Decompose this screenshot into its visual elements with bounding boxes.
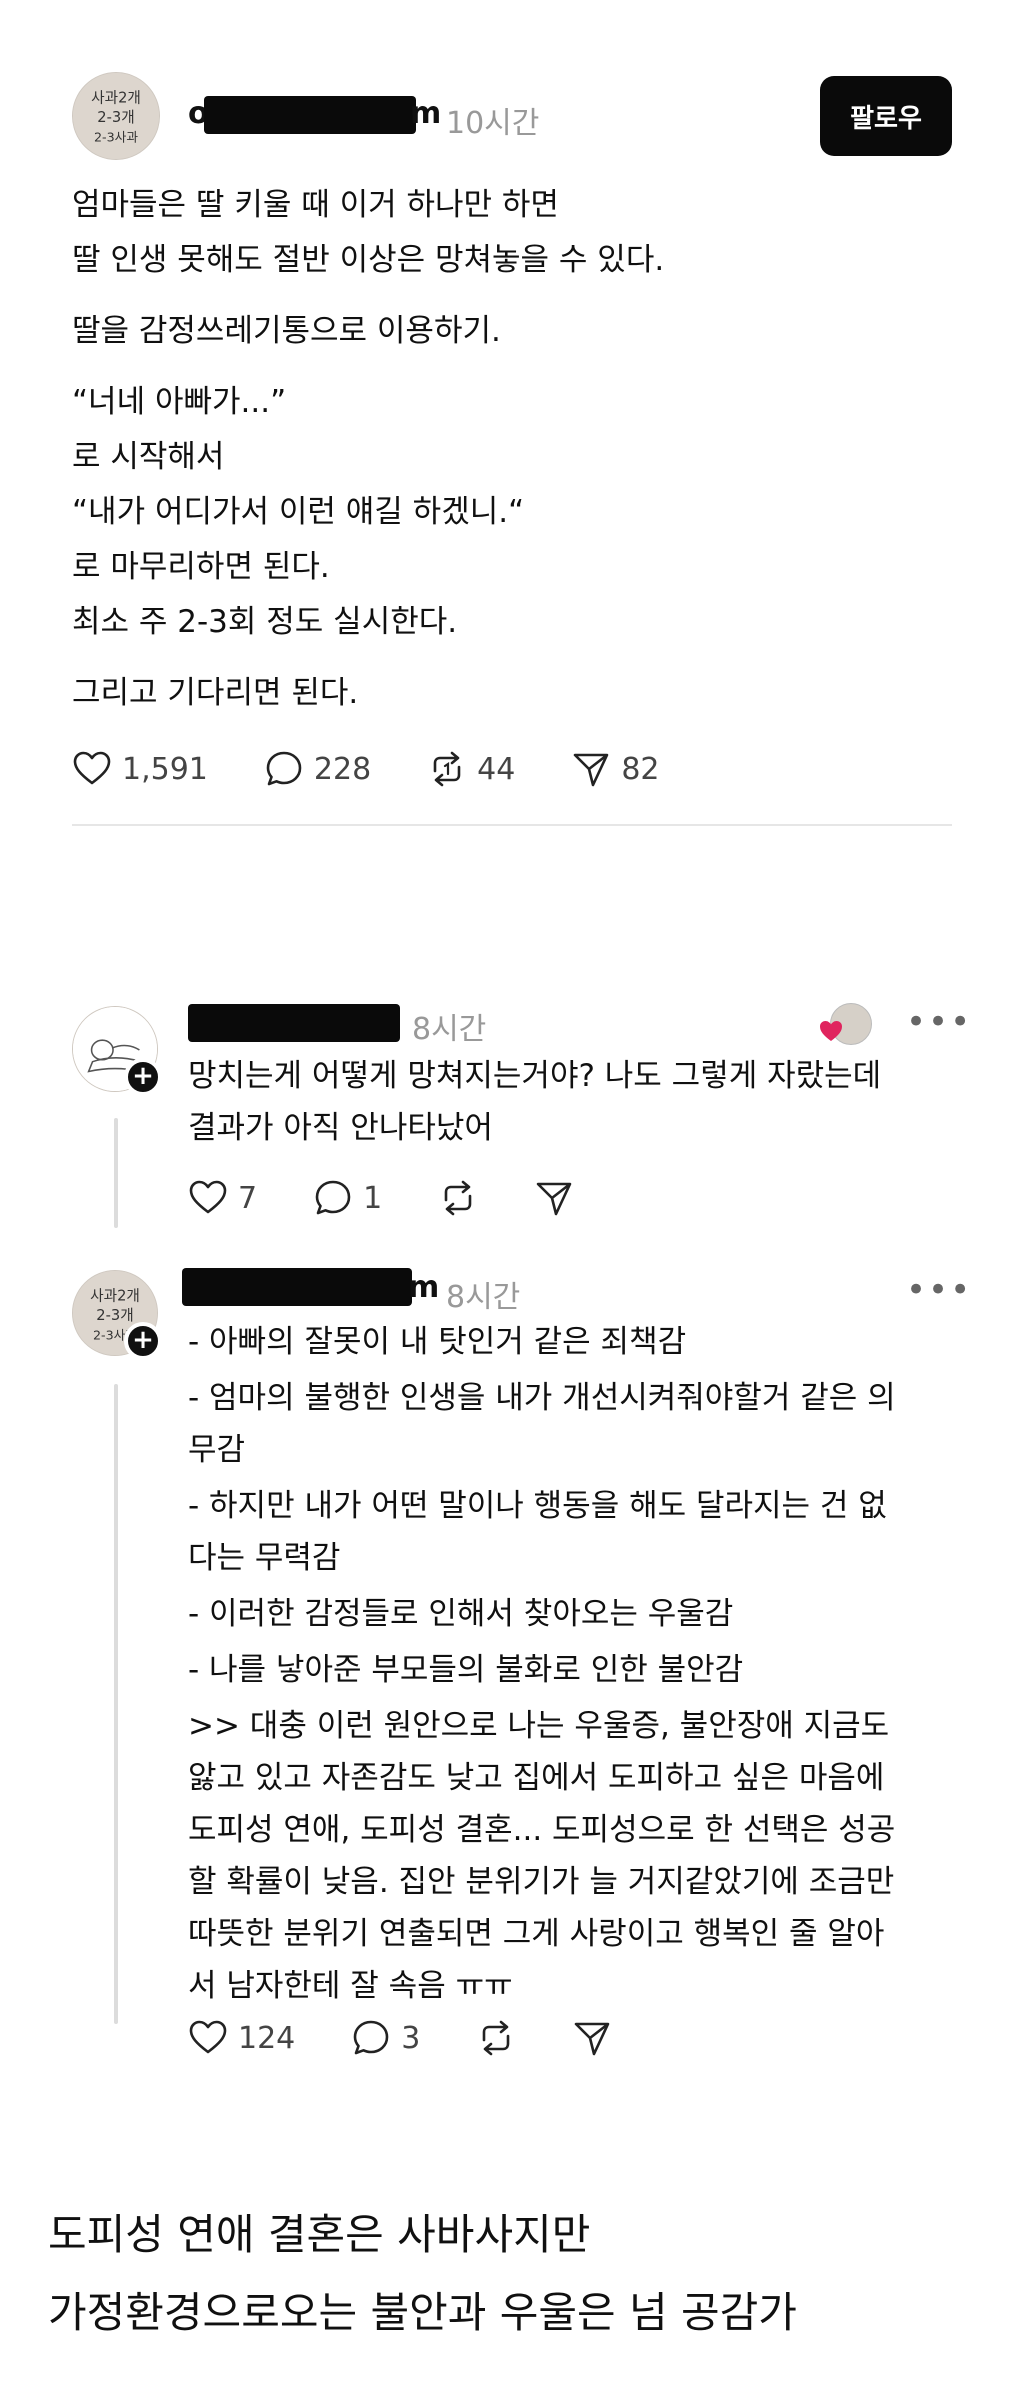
- reply1-text: 망치는게 어떻게 망쳐지는거야? 나도 그렇게 자랐는데 결과가 아직 안나타났…: [188, 1058, 882, 1146]
- reply2-more-icon[interactable]: •••: [906, 1270, 972, 1310]
- redacted-username: [182, 1268, 412, 1306]
- svg-text:사과2개: 사과2개: [90, 1287, 140, 1304]
- thread-line: [114, 1118, 118, 1228]
- redacted-username: [188, 1004, 400, 1042]
- follow-plus-icon[interactable]: +: [124, 1322, 162, 1360]
- post-timestamp: 10시간: [446, 106, 540, 141]
- follow-button[interactable]: 팔로우: [820, 76, 952, 156]
- caption-text: 도피성 연애 결혼은 사바사지만 가정환경으로오는 불안과 우울은 넘 공감가: [48, 2196, 988, 2352]
- comment-count: 228: [313, 751, 372, 787]
- reply2-body: - 아빠의 잘못이 내 탓인거 같은 죄책감 - 엄마의 불행한 인생을 내가 …: [188, 1316, 958, 2012]
- reply1-actions: 7 1: [188, 1178, 630, 1218]
- reply1-comment-button[interactable]: 1: [313, 1178, 382, 1218]
- thread-line: [114, 1384, 118, 2024]
- send-icon: [575, 2022, 610, 2056]
- like-count: 1,591: [122, 751, 208, 787]
- post-username-end[interactable]: m: [410, 96, 441, 131]
- post-author-avatar[interactable]: 사과2개 2-3개 2-3사과: [72, 72, 160, 160]
- reply1-timestamp: 8시간: [412, 1012, 487, 1047]
- reply2-repost-button[interactable]: [476, 2018, 516, 2058]
- comment-icon: [315, 1180, 351, 1215]
- reply2-comment-button[interactable]: 3: [351, 2018, 420, 2058]
- svg-text:2-3개: 2-3개: [96, 1307, 133, 1324]
- reply2-username-end[interactable]: m: [408, 1270, 439, 1305]
- handwritten-avatar-icon: 사과2개 2-3개 2-3사과: [73, 73, 159, 159]
- reply1-like-count: 7: [238, 1180, 258, 1216]
- share-count: 82: [621, 751, 660, 787]
- reply1-repost-button[interactable]: [438, 1178, 478, 1218]
- reply2-line: - 아빠의 잘못이 내 탓인거 같은 죄책감: [188, 1324, 687, 1360]
- repost-icon: [433, 751, 461, 787]
- heart-icon: [189, 1180, 227, 1214]
- redacted-username: [204, 96, 416, 134]
- reply2-line: - 하지만 내가 어떤 말이나 행동을 해도 달라지는 건 없 다는 무력감: [188, 1488, 887, 1576]
- post-paragraph: 딸을 감정쓰레기통으로 이용하기.: [72, 313, 501, 349]
- like-button[interactable]: 1,591: [72, 749, 208, 789]
- svg-text:사과2개: 사과2개: [91, 89, 141, 106]
- svg-text:2-3사과: 2-3사과: [94, 129, 138, 144]
- follow-plus-icon[interactable]: +: [124, 1058, 162, 1096]
- reply1-more-icon[interactable]: •••: [906, 1002, 972, 1042]
- heart-icon: [189, 2020, 227, 2054]
- comment-icon: [353, 2020, 389, 2055]
- reply2-comment-count: 3: [401, 2020, 421, 2056]
- reply2-line: - 이러한 감정들로 인해서 찾아오는 우울감: [188, 1596, 734, 1632]
- reply1-comment-count: 1: [363, 1180, 383, 1216]
- repost-count: 44: [477, 751, 516, 787]
- reply1-body: 망치는게 어떻게 망쳐지는거야? 나도 그렇게 자랐는데 결과가 아직 안나타났…: [188, 1050, 958, 1154]
- repost-icon: [444, 1180, 472, 1216]
- post-actions: 1,591 228 44 82: [72, 749, 716, 789]
- reply2-like-button[interactable]: 124: [188, 2018, 295, 2058]
- caption-line: 가정환경으로오는 불안과 우울은 넘 공감가: [48, 2288, 797, 2337]
- reply2-line: >> 대충 이런 원안으로 나는 우울증, 불안장애 지금도 앓고 있고 자존감…: [188, 1708, 896, 2004]
- reply2-line: - 나를 낳아준 부모들의 불화로 인한 불안감: [188, 1652, 744, 1688]
- post-paragraph: “너네 아빠가...” 로 시작해서 “내가 어디가서 이런 얘길 하겠니.“ …: [72, 384, 525, 640]
- svg-text:2-3개: 2-3개: [97, 109, 134, 126]
- reply2-timestamp: 8시간: [446, 1280, 521, 1315]
- author-heart-icon: [820, 1021, 842, 1041]
- reply1-share-button[interactable]: [534, 1178, 574, 1218]
- post-paragraph: 그리고 기다리면 된다.: [72, 675, 359, 711]
- comment-icon: [266, 751, 302, 786]
- post-body: 엄마들은 딸 키울 때 이거 하나만 하면 딸 인생 못해도 절반 이상은 망쳐…: [72, 178, 972, 721]
- send-icon: [574, 753, 609, 787]
- repost-button[interactable]: 44: [427, 749, 515, 789]
- share-button[interactable]: 82: [571, 749, 660, 789]
- post-divider: [72, 824, 952, 826]
- reply2-share-button[interactable]: [572, 2018, 612, 2058]
- send-icon: [536, 1182, 572, 1216]
- reply2-line: - 엄마의 불행한 인생을 내가 개선시켜줘야할거 같은 의 무감: [188, 1380, 896, 1468]
- reply1-like-button[interactable]: 7: [188, 1178, 257, 1218]
- reply2-like-count: 124: [238, 2020, 296, 2056]
- reply2-actions: 124 3: [188, 2018, 668, 2058]
- repost-icon: [483, 2020, 510, 2056]
- comment-button[interactable]: 228: [264, 749, 371, 789]
- caption-line: 도피성 연애 결혼은 사바사지만: [48, 2210, 591, 2259]
- post-paragraph: 엄마들은 딸 키울 때 이거 하나만 하면 딸 인생 못해도 절반 이상은 망쳐…: [72, 187, 665, 278]
- heart-icon: [73, 751, 111, 785]
